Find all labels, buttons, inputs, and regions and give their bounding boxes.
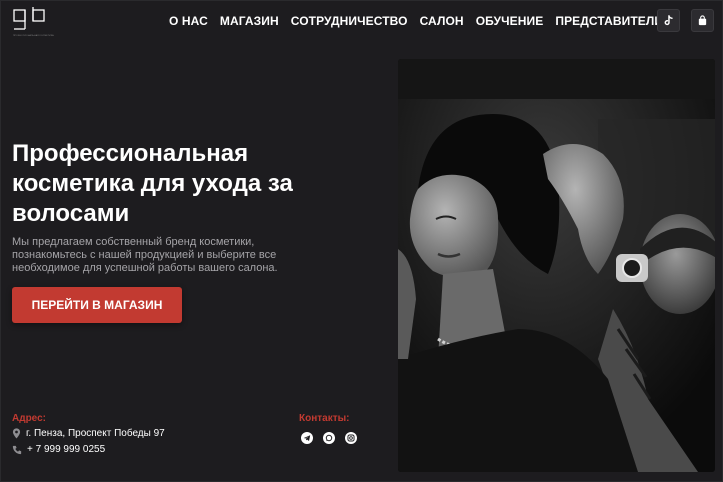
phone-number: + 7 999 999 0255 xyxy=(27,444,106,455)
nav-item-about[interactable]: О НАС xyxy=(169,14,208,28)
nav-item-salon[interactable]: САЛОН xyxy=(420,14,464,28)
hero-description: Мы предлагаем собственный бренд косметик… xyxy=(12,236,278,274)
address-street: г. Пенза, Проспект Победы 97 xyxy=(26,428,165,439)
instagram-icon xyxy=(347,434,355,442)
location-pin-icon xyxy=(12,428,21,439)
hero-photo xyxy=(398,59,715,472)
address-label: Адрес: xyxy=(12,413,46,424)
telegram-link[interactable] xyxy=(301,432,313,444)
page: ПРОФЕССИОНАЛЬНАЯ КОСМЕТИКА О НАС МАГАЗИН… xyxy=(0,0,723,482)
tiktok-button[interactable] xyxy=(657,9,680,32)
cart-button[interactable] xyxy=(691,9,714,32)
header-icons xyxy=(657,9,714,32)
nav-item-cooperation[interactable]: СОТРУДНИЧЕСТВО xyxy=(291,14,408,28)
whatsapp-icon xyxy=(325,434,333,442)
social-links xyxy=(301,432,357,444)
hairdresser-photo-illustration xyxy=(398,59,715,472)
go-to-shop-button[interactable]: ПЕРЕЙТИ В МАГАЗИН xyxy=(12,287,182,323)
nav-item-representatives[interactable]: ПРЕДСТАВИТЕЛИ xyxy=(555,14,663,28)
contacts-label: Контакты: xyxy=(299,413,350,424)
nav-item-education[interactable]: ОБУЧЕНИЕ xyxy=(476,14,544,28)
tiktok-icon xyxy=(664,15,673,26)
main-nav: О НАС МАГАЗИН СОТРУДНИЧЕСТВО САЛОН ОБУЧЕ… xyxy=(169,14,663,28)
telegram-icon xyxy=(303,435,311,442)
logo[interactable]: ПРОФЕССИОНАЛЬНАЯ КОСМЕТИКА xyxy=(13,7,54,41)
nav-item-shop[interactable]: МАГАЗИН xyxy=(220,14,279,28)
phone-line[interactable]: + 7 999 999 0255 xyxy=(12,444,105,455)
phone-icon xyxy=(12,445,22,454)
instagram-link[interactable] xyxy=(345,432,357,444)
logo-subtitle: ПРОФЕССИОНАЛЬНАЯ КОСМЕТИКА xyxy=(13,35,54,37)
whatsapp-link[interactable] xyxy=(323,432,335,444)
shopping-bag-icon xyxy=(698,15,707,26)
address-line: г. Пенза, Проспект Победы 97 xyxy=(12,428,165,439)
logo-mark xyxy=(13,7,45,30)
hero-title: Профессиональная косметика для ухода за … xyxy=(12,140,293,227)
